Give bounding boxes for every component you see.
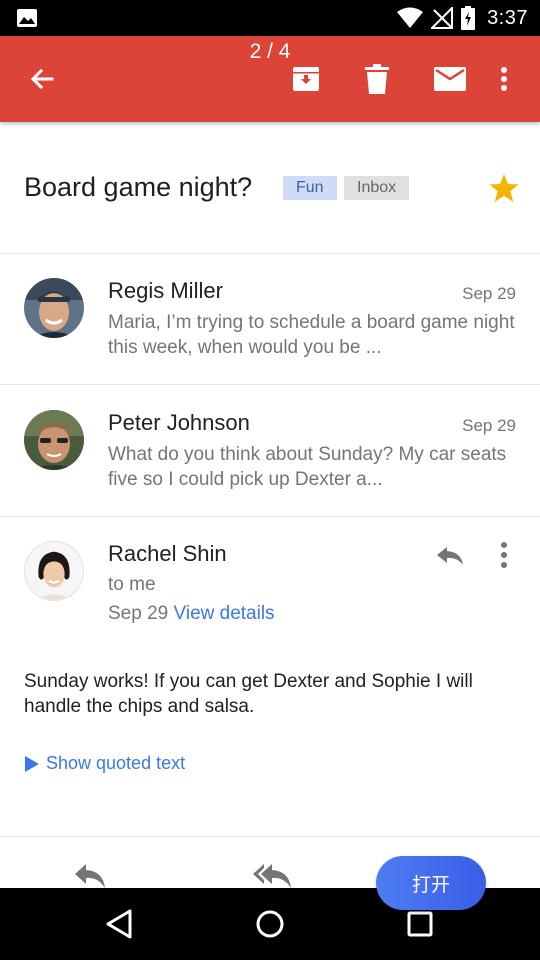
message-snippet: Maria, I’m trying to schedule a board ga… [108, 312, 515, 358]
back-arrow-icon[interactable] [26, 64, 58, 96]
sender-name: Rachel Shin [108, 541, 227, 566]
subject-title: Board game night? [24, 172, 253, 202]
message-date-row: Sep 29 View details [108, 603, 275, 625]
label-fun: Fun [283, 176, 337, 200]
message-date: Sep 29 [462, 416, 516, 435]
star-icon[interactable] [488, 172, 520, 204]
message-date: Sep 29 [108, 603, 169, 624]
play-triangle-icon [25, 755, 39, 772]
no-signal-icon [431, 7, 454, 29]
mail-icon [434, 67, 466, 91]
open-button[interactable]: 打开 [376, 856, 486, 910]
show-quoted-label: Show quoted text [46, 753, 186, 773]
avatar [24, 541, 84, 601]
battery-icon [461, 6, 476, 30]
archive-button[interactable] [289, 62, 323, 96]
sender-name: Regis Miller [108, 278, 223, 303]
image-icon [17, 9, 37, 27]
view-details-link[interactable]: View details [174, 603, 275, 624]
more-vert-icon[interactable] [492, 539, 516, 571]
message-item[interactable]: Peter Johnson Sep 29 What do you think a… [0, 386, 540, 517]
reply-all-icon[interactable] [250, 862, 292, 888]
avatar [24, 410, 84, 470]
conversation-counter: 2 / 4 [249, 40, 291, 63]
nav-back-icon[interactable] [102, 906, 138, 942]
status-time: 3:37 [487, 6, 528, 29]
message-item[interactable]: Regis Miller Sep 29 Maria, I’m trying to… [0, 254, 540, 385]
delete-button[interactable] [360, 62, 394, 96]
nav-home-icon[interactable] [252, 906, 288, 942]
show-quoted-text-link[interactable]: Show quoted text [24, 753, 185, 774]
message-snippet: What do you think about Sunday? My car s… [108, 444, 507, 490]
subject-header: Board game night? Fun Inbox [0, 122, 540, 254]
expanded-message: Rachel Shin to me Sep 29 View details Su… [0, 517, 540, 837]
wifi-icon [397, 7, 424, 28]
more-vert-icon [501, 67, 507, 91]
avatar [24, 278, 84, 338]
reply-icon[interactable] [434, 539, 466, 571]
message-body: Sunday works! If you can get Dexter and … [24, 671, 473, 717]
mark-unread-button[interactable] [432, 62, 468, 96]
message-date: Sep 29 [462, 284, 516, 303]
archive-icon [293, 67, 319, 91]
label-inbox: Inbox [344, 176, 410, 200]
status-bar: 3:37 [0, 0, 540, 36]
app-bar: 2 / 4 [0, 36, 540, 122]
sender-name: Peter Johnson [108, 410, 250, 435]
nav-recents-icon[interactable] [402, 906, 438, 942]
more-options-button[interactable] [486, 62, 522, 96]
delete-icon [365, 64, 389, 94]
reply-icon[interactable] [72, 862, 108, 888]
recipient-summary: to me [108, 574, 156, 595]
